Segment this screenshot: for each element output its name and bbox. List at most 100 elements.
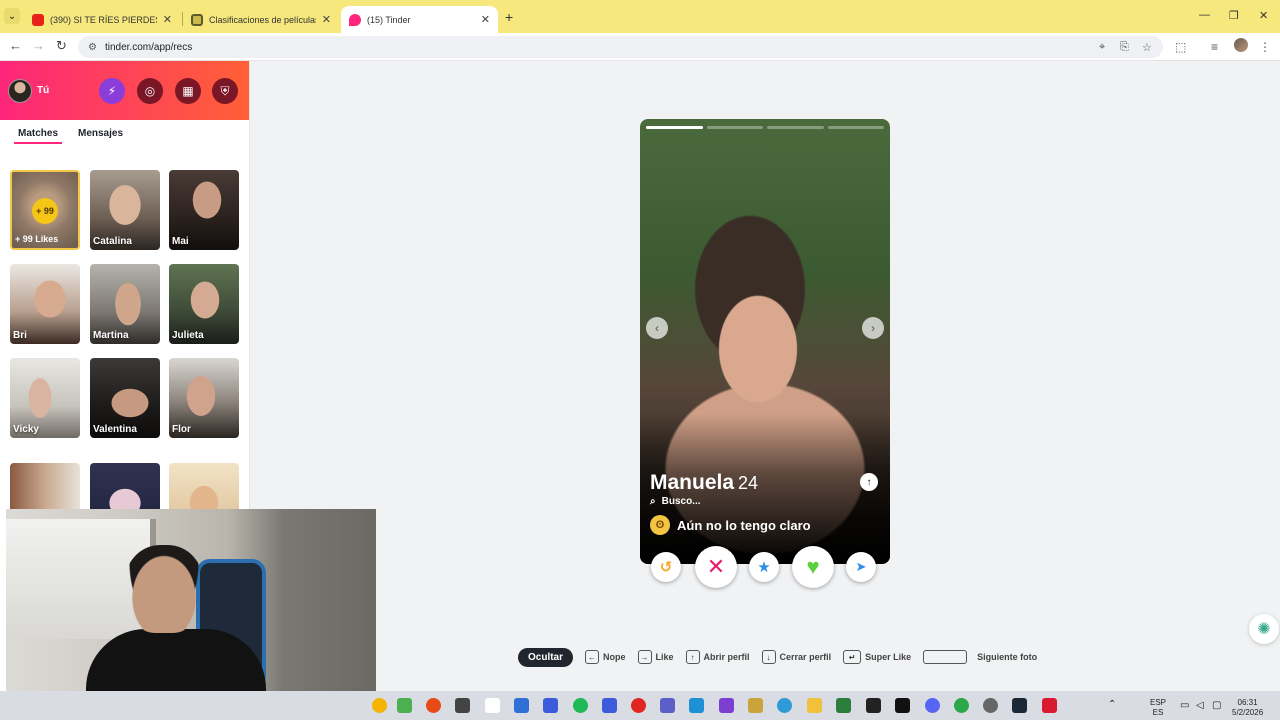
tray-volume-icon[interactable]: ◁ (1196, 701, 1204, 711)
taskbar-app-icon[interactable] (748, 698, 763, 713)
taskbar-file-icon[interactable] (485, 698, 500, 713)
taskbar-app-icon[interactable] (372, 698, 387, 713)
location-icon[interactable]: ⌖ (1099, 41, 1105, 54)
site-info-icon[interactable]: ⚙ (88, 42, 97, 53)
photo-bar[interactable] (767, 126, 824, 129)
tab-title: (390) SI TE RÍES PIERDES NIVEL (50, 14, 157, 25)
taskbar-app-icon[interactable] (836, 698, 851, 713)
webcam-person-head (124, 545, 204, 633)
taskbar-explorer-icon[interactable] (807, 698, 822, 713)
taskbar-minecraft-icon[interactable] (397, 698, 412, 713)
restore-icon[interactable]: ❐ (1229, 9, 1239, 22)
rewind-icon[interactable]: ↺ (651, 552, 681, 582)
tray-language[interactable]: ESP ES (1150, 698, 1166, 718)
taskbar-app-icon[interactable] (514, 698, 529, 713)
open-profile-arrow-icon[interactable]: ↑ (860, 473, 878, 491)
menu-icon[interactable]: ⋮ (1259, 40, 1271, 54)
browser-profile-avatar[interactable] (1234, 38, 1248, 52)
tab-imdb[interactable]: Clasificaciones de películas IMD ✕ (183, 6, 339, 33)
assistant-icon[interactable]: ✺ (1249, 614, 1279, 644)
taskbar-teams-icon[interactable] (660, 698, 675, 713)
taskbar-tiktok-icon[interactable] (895, 698, 910, 713)
taskbar-app-icon[interactable] (983, 698, 998, 713)
match-card[interactable]: Martina (90, 264, 160, 344)
match-name: Vicky (13, 424, 39, 435)
taskbar-steam-icon[interactable] (1012, 698, 1027, 713)
match-card[interactable]: Flor (169, 358, 239, 438)
search-icon: ⌕ (650, 496, 656, 507)
close-icon[interactable]: ✕ (163, 13, 172, 26)
user-avatar[interactable] (8, 79, 32, 103)
match-name: Bri (13, 330, 27, 341)
tab-search-icon[interactable]: ⌄ (4, 8, 20, 24)
tray-clock[interactable]: 06:31 5/2/2026 (1232, 698, 1263, 718)
photo-bar[interactable] (706, 126, 763, 129)
keyboard-hints-bar: Ocultar ← Nope → Like ↑ Abrir perfil ↓ Cerra… (518, 647, 1049, 667)
tray-overflow-icon[interactable]: ⌃ (1108, 700, 1116, 710)
media-control-icon[interactable]: ≡ (1211, 40, 1218, 54)
close-icon[interactable]: ✕ (322, 13, 331, 26)
previous-photo-icon[interactable]: ‹ (646, 317, 668, 339)
hint-open-profile: ↑ Abrir perfil (685, 650, 750, 664)
match-card[interactable]: Catalina (90, 170, 160, 250)
taskbar-epic-icon[interactable] (866, 698, 881, 713)
extensions-icon[interactable]: ⬚ (1175, 40, 1186, 54)
taskbar-copilot-icon[interactable] (777, 698, 792, 713)
taskbar-app-icon[interactable] (1042, 698, 1057, 713)
user-name[interactable]: Tú (37, 85, 49, 96)
work-briefcase-icon[interactable]: ▦ (175, 78, 201, 104)
hint-label: Abrir perfil (703, 652, 750, 662)
address-bar[interactable]: ⚙ tinder.com/app/recs (78, 36, 1163, 58)
sidebar-tabs: Matches Mensajes (0, 120, 249, 150)
taskbar-app-icon[interactable] (689, 698, 704, 713)
hint-like: → Like (637, 650, 674, 664)
match-card[interactable]: Vicky (10, 358, 80, 438)
match-card[interactable]: Julieta (169, 264, 239, 344)
webcam-overlay (6, 509, 376, 691)
match-card[interactable]: Mai (169, 170, 239, 250)
tray-network-icon[interactable]: ▭ (1180, 701, 1189, 711)
photo-bar[interactable] (646, 126, 703, 129)
tab-matches[interactable]: Matches (18, 128, 58, 139)
hint-nope: ← Nope (585, 650, 626, 664)
hint-label: Nope (603, 652, 626, 662)
match-card[interactable]: Bri (10, 264, 80, 344)
like-heart-icon[interactable]: ♥ (792, 546, 834, 588)
taskbar-spotify-icon[interactable] (573, 698, 588, 713)
tab-tinder[interactable]: (15) Tinder ✕ (341, 6, 498, 33)
boost-bolt-icon[interactable]: ⚡ (99, 78, 125, 104)
safety-shield-icon[interactable]: ⛨ (212, 78, 238, 104)
install-app-icon[interactable]: ⎘ (1120, 41, 1129, 54)
reload-icon[interactable]: ↻ (56, 38, 67, 54)
taskbar-brave-icon[interactable] (426, 698, 441, 713)
tab-youtube[interactable]: (390) SI TE RÍES PIERDES NIVEL ✕ (24, 6, 180, 33)
close-icon[interactable]: ✕ (481, 13, 490, 26)
match-name: Julieta (172, 330, 204, 341)
nope-x-icon[interactable]: ✕ (695, 546, 737, 588)
taskbar-app-icon[interactable] (455, 698, 470, 713)
taskbar-app-icon[interactable] (602, 698, 617, 713)
tray-battery-icon[interactable]: ▢ (1212, 701, 1221, 711)
forward-icon[interactable]: → (32, 38, 45, 53)
photo-bar[interactable] (827, 126, 884, 129)
bookmark-star-icon[interactable]: ☆ (1142, 41, 1152, 54)
super-like-star-icon[interactable]: ★ (749, 552, 779, 582)
back-icon[interactable]: ← (9, 38, 22, 53)
match-card[interactable]: Valentina (90, 358, 160, 438)
next-photo-icon[interactable]: › (862, 317, 884, 339)
hide-hints-button[interactable]: Ocultar (518, 647, 574, 667)
boost-send-icon[interactable]: ➤ (846, 552, 876, 582)
profile-card[interactable]: ‹ › Manuela 24 ↑ ⌕ Busco... ʘ Aún no lo t… (640, 119, 890, 564)
taskbar-chrome-icon[interactable] (954, 698, 969, 713)
likes-you-card[interactable]: + 99 + 99 Likes (10, 170, 80, 250)
taskbar-opera-icon[interactable] (631, 698, 646, 713)
explore-compass-icon[interactable]: ◎ (137, 78, 163, 104)
minimize-icon[interactable]: — (1199, 9, 1210, 21)
taskbar-app-icon[interactable] (719, 698, 734, 713)
tab-messages[interactable]: Mensajes (78, 128, 123, 139)
new-tab-button[interactable]: + (505, 9, 513, 25)
taskbar-app-icon[interactable] (543, 698, 558, 713)
taskbar-discord-icon[interactable] (925, 698, 940, 713)
window-close-icon[interactable]: ✕ (1259, 9, 1268, 22)
hint-super-like: ↵ Super Like (843, 650, 911, 664)
